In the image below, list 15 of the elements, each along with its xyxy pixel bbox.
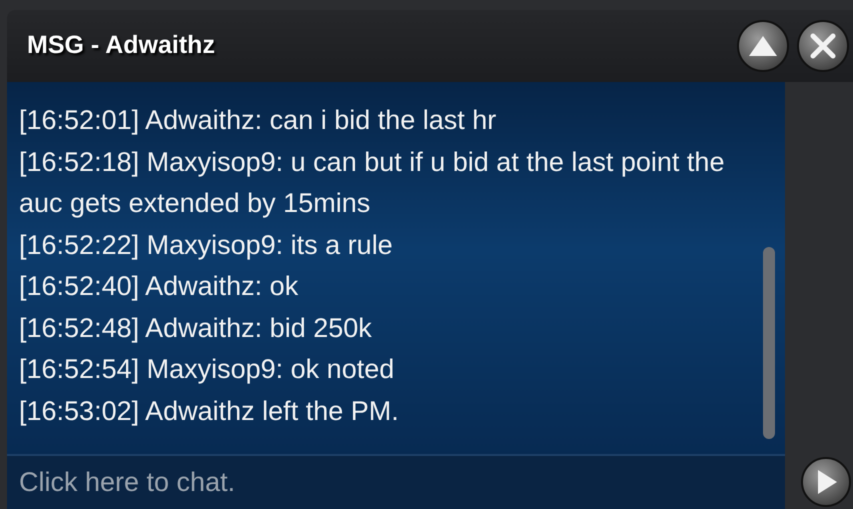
chat-message: [16:52:40] Adwaithz: ok (19, 270, 300, 303)
scroll-up-button[interactable] (737, 20, 789, 72)
chat-message: [16:52:22] Maxyisop9: its a rule (19, 228, 394, 262)
chat-message: [16:52:18] Maxyisop9: u can but if u bid at the last point the auc gets extended by 15mins (19, 146, 726, 220)
send-button[interactable] (801, 456, 851, 506)
close-icon (809, 32, 837, 60)
chat-message: [16:52:48] Adwaithz: bid 250k (19, 312, 373, 345)
up-triangle-icon (748, 34, 778, 58)
chat-message: [16:52:54] Maxyisop9: ok noted (19, 353, 396, 386)
close-button[interactable] (797, 20, 849, 72)
window-title: MSG - Adwaithz (27, 30, 216, 62)
chat-message: [16:53:02] Adwaithz left the PM. (19, 394, 400, 428)
chat-input[interactable]: Click here to chat. (7, 454, 785, 509)
chat-message: [16:52:01] Adwaithz: can i bid the last hr (19, 104, 498, 137)
scrollbar[interactable] (763, 247, 775, 439)
